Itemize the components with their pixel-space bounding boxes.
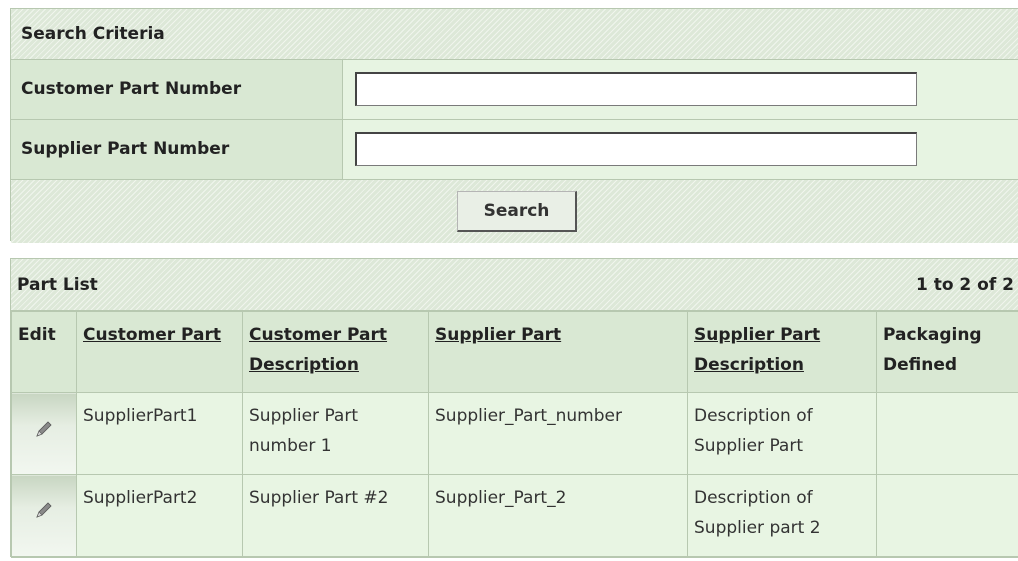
search-button[interactable]: Search [457,191,577,232]
customer-part-number-input[interactable] [355,72,917,106]
cell-packaging-defined [876,474,1018,558]
pencil-icon[interactable] [33,499,55,521]
column-header-supplier-part-description[interactable]: Supplier Part Description [694,325,820,375]
table-header-row: Edit Customer Part Customer Part Descrip… [11,311,1018,393]
table-row: SupplierPart2 Supplier Part #2 Supplier_… [11,474,1018,558]
search-actions-bar: Search [11,180,1018,243]
column-header-customer-part[interactable]: Customer Part [83,325,221,345]
search-criteria-title: Search Criteria [11,9,1018,60]
cell-supplier-part: Supplier_Part_2 [428,474,688,558]
column-header-edit: Edit [11,311,77,393]
edit-cell[interactable] [11,392,77,475]
customer-part-row: Customer Part Number [11,60,1018,120]
cell-supplier-part-description: Description of Supplier part 2 [687,474,877,558]
supplier-part-number-input[interactable] [355,132,917,166]
cell-packaging-defined [876,392,1018,475]
supplier-part-row: Supplier Part Number [11,120,1018,180]
supplier-part-number-label: Supplier Part Number [11,120,343,179]
cell-customer-part: SupplierPart1 [76,392,243,475]
column-header-packaging-defined: Packaging Defined [876,311,1018,393]
part-list-count: 1 to 2 of 2 [915,275,1014,295]
cell-supplier-part: Supplier_Part_number [428,392,688,475]
table-row: SupplierPart1 Supplier Part number 1 Sup… [11,392,1018,475]
part-list-title: Part List [17,275,98,295]
column-header-supplier-part[interactable]: Supplier Part [435,325,561,345]
part-list-header: Part List 1 to 2 of 2 [11,259,1018,311]
cell-customer-part: SupplierPart2 [76,474,243,558]
part-list-table: Edit Customer Part Customer Part Descrip… [11,311,1018,558]
cell-customer-part-description: Supplier Part number 1 [242,392,429,475]
customer-part-number-label: Customer Part Number [11,60,343,119]
column-header-customer-part-description[interactable]: Customer Part Description [249,325,387,375]
part-list-panel: Part List 1 to 2 of 2 Edit Customer Part… [10,258,1018,558]
pencil-icon[interactable] [33,418,55,440]
edit-cell[interactable] [11,474,77,558]
cell-supplier-part-description: Description of Supplier Part [687,392,877,475]
cell-customer-part-description: Supplier Part #2 [242,474,429,558]
search-criteria-panel: Search Criteria Customer Part Number Sup… [10,8,1018,243]
